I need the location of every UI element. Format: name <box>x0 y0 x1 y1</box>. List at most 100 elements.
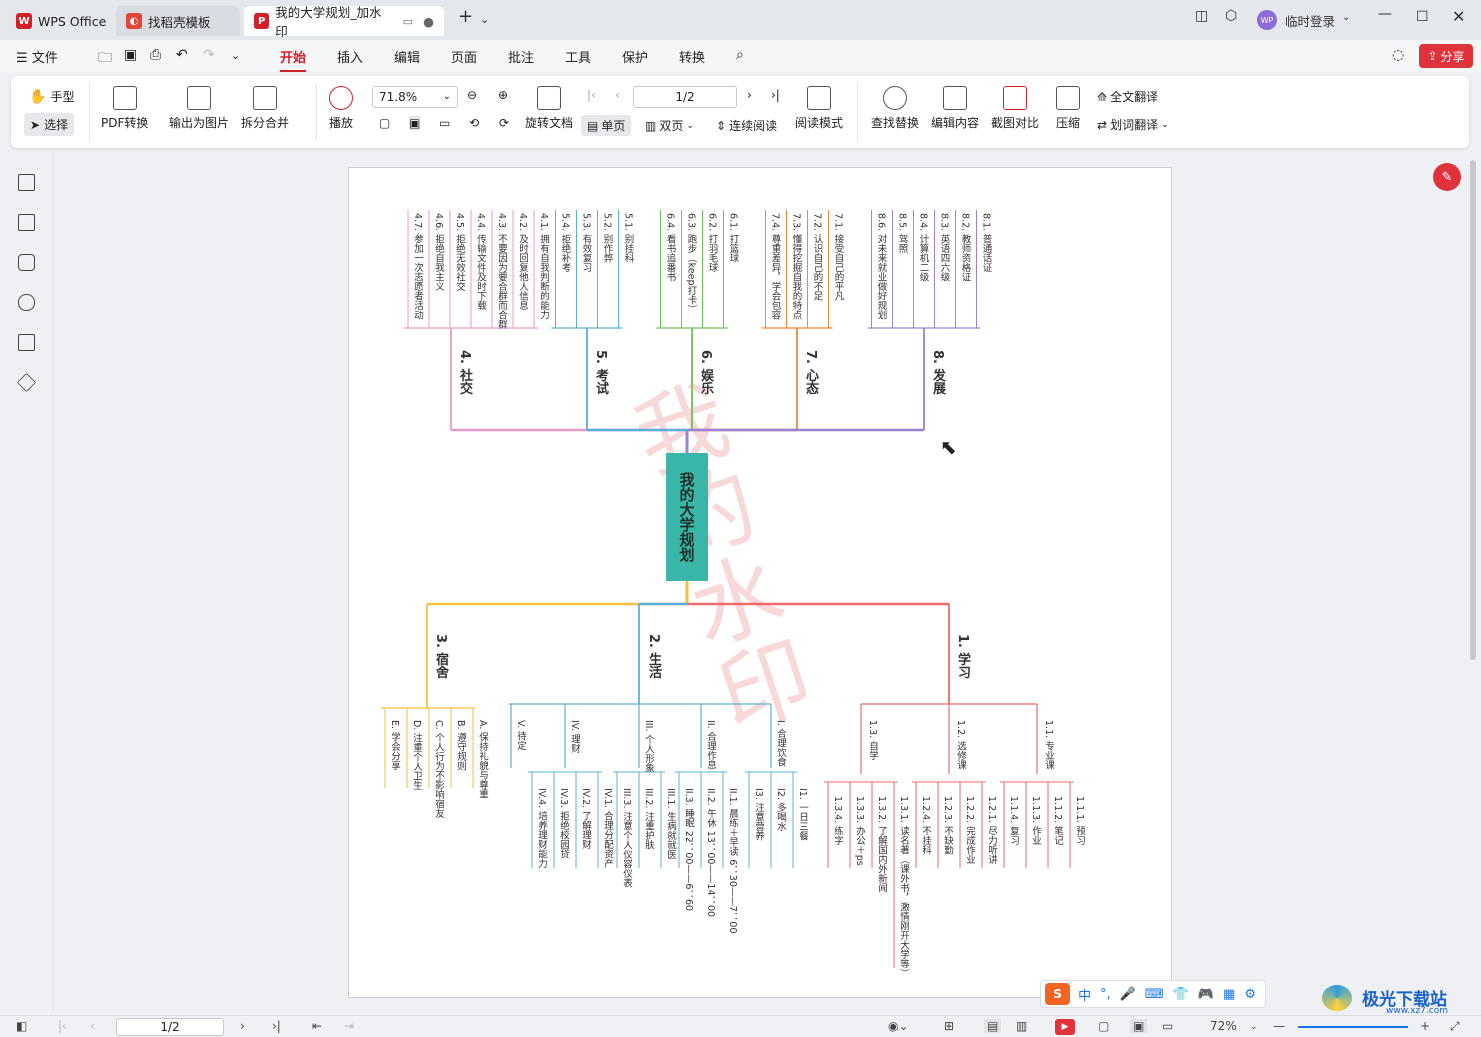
status-forward-icon[interactable]: ⇥ <box>344 1019 354 1033</box>
status-last-page-icon[interactable]: ›| <box>272 1019 281 1033</box>
thumbnail-icon[interactable] <box>18 214 35 231</box>
hand-tool-button[interactable]: ✋ 手型 <box>29 88 74 105</box>
vertical-scrollbar[interactable] <box>1470 160 1476 660</box>
last-page-icon[interactable]: ›| <box>771 88 780 102</box>
full-translate-button[interactable]: ⟰ 全文翻译 <box>1097 88 1158 105</box>
status-zoom-out-icon[interactable]: — <box>1273 1019 1285 1033</box>
ime-skin-icon[interactable]: 👕 <box>1173 987 1189 1002</box>
menu-comment[interactable]: 批注 <box>508 47 534 66</box>
read-mode-button[interactable]: 阅读模式 <box>795 86 843 131</box>
login-button[interactable]: 临时登录 <box>1285 11 1335 30</box>
status-page-input[interactable]: 1/2 <box>116 1018 224 1036</box>
save-icon[interactable]: ▣ <box>124 47 137 63</box>
ime-grid-icon[interactable]: ▦ <box>1223 987 1235 1002</box>
ime-punct-icon[interactable]: °, <box>1100 987 1111 1002</box>
menu-start[interactable]: 开始 <box>280 47 307 72</box>
play-button[interactable]: 播放 <box>329 86 353 131</box>
status-zoom-in-icon[interactable]: + <box>1420 1019 1430 1033</box>
print-icon[interactable]: ⎙ <box>150 47 161 63</box>
comment-icon[interactable] <box>18 254 35 271</box>
status-back-icon[interactable]: ⇤ <box>312 1019 322 1033</box>
tab-document[interactable]: P 我的大学规划_加水印 ▭ ● <box>244 5 444 39</box>
fit-icon[interactable]: ⊞ <box>944 1019 954 1033</box>
chat-icon[interactable]: ◌ <box>1392 47 1404 63</box>
single-page-button[interactable]: ▤ 单页 <box>581 115 632 136</box>
status-zoom-value[interactable]: 72% <box>1210 1019 1237 1033</box>
menu-protect[interactable]: 保护 <box>622 47 648 66</box>
rotate-left-icon[interactable]: ⟲ <box>469 116 479 130</box>
maximize-icon[interactable]: ☐ <box>1416 9 1429 25</box>
tab-dot-icon[interactable]: ● <box>423 14 434 29</box>
status-double-page-icon[interactable]: ▥ <box>1016 1019 1027 1033</box>
pdf-convert-button[interactable]: PDF转换 <box>101 86 148 131</box>
tab-template[interactable]: ◐ 找稻壳模板 <box>116 6 240 36</box>
menu-insert[interactable]: 插入 <box>337 47 363 66</box>
next-page-icon[interactable]: › <box>747 88 752 102</box>
word-translate-button[interactable]: ⇄ 划词翻译 ⌄ <box>1097 116 1169 133</box>
ime-keyboard-icon[interactable]: ⌨ <box>1145 987 1164 1002</box>
eye-icon[interactable]: ◉⌄ <box>888 1019 909 1033</box>
fit-page-icon[interactable]: ▣ <box>409 116 421 130</box>
actual-size-icon[interactable]: ▢ <box>379 116 390 130</box>
double-page-button[interactable]: ▥ 双页 ⌄ <box>645 117 694 134</box>
status-single-page-icon[interactable]: ▤ <box>984 1019 1002 1033</box>
export-image-button[interactable]: 输出为图片 <box>169 86 229 131</box>
rotate-doc-button[interactable]: 旋转文档 <box>525 86 573 131</box>
undo-icon[interactable]: ↶ <box>176 47 188 63</box>
bookmark-icon[interactable] <box>18 174 35 191</box>
login-chevron-icon[interactable]: ⌄ <box>1342 12 1350 23</box>
ime-toolbar[interactable]: S 中 °, 🎤 ⌨ 👕 🎮 ▦ ⚙ <box>1040 980 1266 1008</box>
sidebar-toggle-icon[interactable]: ◧ <box>16 1019 27 1033</box>
prev-page-icon[interactable]: ‹ <box>615 88 620 102</box>
search-icon[interactable]: ⌕ <box>736 47 744 63</box>
share-button[interactable]: ⇪ 分享 <box>1419 44 1473 68</box>
status-play-icon[interactable]: ▶ <box>1055 1019 1075 1035</box>
new-tab-plus-icon[interactable]: + <box>458 6 473 27</box>
crop-compare-button[interactable]: 截图对比 <box>991 86 1039 131</box>
ime-settings-icon[interactable]: ⚙ <box>1244 987 1256 1002</box>
ime-game-icon[interactable]: 🎮 <box>1198 987 1214 1002</box>
menu-convert[interactable]: 转换 <box>679 47 705 66</box>
tab-dropdown-icon[interactable]: ⌄ <box>480 13 489 26</box>
avatar[interactable]: WP <box>1257 10 1277 30</box>
status-fit-width-icon[interactable]: ▭ <box>1162 1019 1173 1033</box>
menu-page[interactable]: 页面 <box>451 47 477 66</box>
menu-tools[interactable]: 工具 <box>565 47 591 66</box>
compress-button[interactable]: 压缩 <box>1056 86 1080 131</box>
first-page-icon[interactable]: |‹ <box>587 88 596 102</box>
monitor-icon[interactable]: ▭ <box>403 15 413 28</box>
find-replace-button[interactable]: 查找替换 <box>871 86 919 131</box>
status-fit-page-icon[interactable]: ▣ <box>1130 1019 1148 1033</box>
quick-dropdown-icon[interactable]: ⌄ <box>231 49 240 62</box>
layers-icon[interactable] <box>16 372 37 393</box>
status-actual-size-icon[interactable]: ▢ <box>1098 1019 1109 1033</box>
redo-icon[interactable]: ↷ <box>203 47 215 63</box>
attachment-icon[interactable] <box>18 294 35 311</box>
select-tool-button[interactable]: ➤ 选择 <box>24 113 75 136</box>
edit-content-button[interactable]: 编辑内容 <box>931 86 979 131</box>
split-merge-button[interactable]: 拆分合并 <box>241 86 289 131</box>
ime-chinese-icon[interactable]: 中 <box>1078 985 1091 1004</box>
ime-mic-icon[interactable]: 🎤 <box>1120 987 1136 1002</box>
signature-icon[interactable] <box>18 334 35 351</box>
layout-icon[interactable]: ◫ <box>1195 8 1208 24</box>
status-prev-page-icon[interactable]: ‹ <box>90 1019 95 1033</box>
page-input[interactable]: 1/2 <box>633 86 737 108</box>
close-icon[interactable]: ✕ <box>1452 7 1465 26</box>
rotate-right-icon[interactable]: ⟳ <box>499 116 509 130</box>
zoom-out-icon[interactable]: ⊖ <box>467 88 477 102</box>
zoom-slider[interactable] <box>1298 1026 1408 1028</box>
minimize-icon[interactable]: — <box>1378 6 1392 22</box>
status-zoom-chevron-icon[interactable]: ⌄ <box>1250 1022 1258 1032</box>
floating-edit-icon[interactable]: ✎ <box>1433 163 1461 191</box>
zoom-in-icon[interactable]: ⊕ <box>498 88 508 102</box>
tab-wps-office[interactable]: W WPS Office <box>6 6 116 36</box>
file-menu[interactable]: ☰ 文件 <box>16 47 58 66</box>
cube-icon[interactable]: ⬡ <box>1225 8 1237 24</box>
fullscreen-icon[interactable]: ⤢ <box>1450 1019 1460 1034</box>
status-next-page-icon[interactable]: › <box>240 1019 245 1033</box>
open-folder-icon[interactable]: 🗀 <box>98 47 112 71</box>
menu-edit[interactable]: 编辑 <box>394 47 420 66</box>
status-first-page-icon[interactable]: |‹ <box>58 1019 67 1033</box>
continuous-read-button[interactable]: ⇕ 连续阅读 <box>716 117 777 134</box>
